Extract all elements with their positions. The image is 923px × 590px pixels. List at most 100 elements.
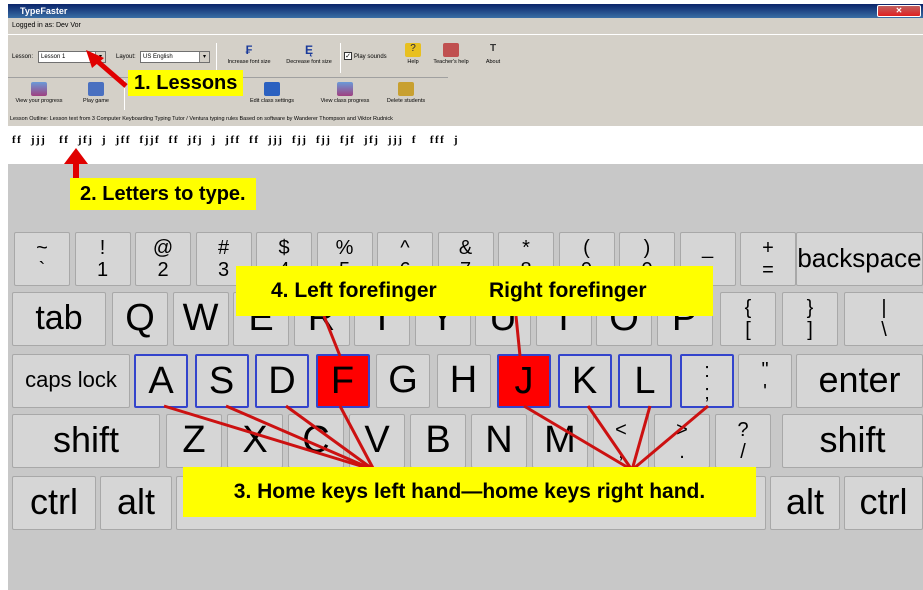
key-symbol: * <box>522 237 530 259</box>
key-letter-d[interactable]: D <box>255 354 309 408</box>
key-alt-right[interactable]: alt <box>770 476 840 530</box>
key-letter-f[interactable]: F <box>315 354 370 408</box>
chart-icon <box>337 82 353 96</box>
key-letter-v[interactable]: V <box>349 414 405 468</box>
key-symbol-bracket[interactable]: | \ <box>844 292 923 346</box>
key-number[interactable]: + = <box>740 232 796 286</box>
lesson-label: Lesson: <box>12 54 34 60</box>
key-caps-lock[interactable]: caps lock <box>12 354 130 408</box>
key-letter-l[interactable]: L <box>618 354 672 408</box>
key-tilde[interactable]: ~ ` <box>14 232 70 286</box>
game-icon <box>88 82 104 96</box>
key-number[interactable]: ! 1 <box>74 232 131 286</box>
edit-class-settings-label: Edit class settings <box>249 98 295 104</box>
key-letter-w[interactable]: W <box>172 292 229 346</box>
key-symbol: @ <box>152 237 174 259</box>
title-bar: TypeFaster ✕ <box>8 4 923 18</box>
key-symbol: ^ <box>400 237 410 259</box>
view-progress-button[interactable]: View your progress <box>12 82 66 104</box>
key-symbol: # <box>217 237 230 259</box>
callout-home-keys: 3. Home keys left hand—home keys right h… <box>183 467 756 517</box>
key-letter-b[interactable]: B <box>410 414 466 468</box>
key-letter-q[interactable]: Q <box>112 292 168 346</box>
key-symbol: : <box>704 360 710 382</box>
window-title: TypeFaster <box>20 6 68 16</box>
key-letter-j[interactable]: J <box>497 354 551 408</box>
key-shift-left[interactable]: shift <box>12 414 160 468</box>
key-symbol: 1 <box>96 259 109 281</box>
callout-lessons: 1. Lessons <box>128 70 244 96</box>
increase-font-button[interactable]: ₣ Increase font size <box>220 43 278 65</box>
key-letter-n[interactable]: N <box>471 414 527 468</box>
decrease-font-button[interactable]: Ę Decrease font size <box>280 43 338 65</box>
key-symbol: ) <box>643 237 651 259</box>
key-symbol: , <box>618 441 624 463</box>
key-symbol: > <box>676 419 688 441</box>
about-icon: T <box>489 43 497 54</box>
view-class-progress-label: View class progress <box>320 98 370 104</box>
key-backspace[interactable]: backspace <box>796 232 923 286</box>
key-number[interactable]: @2 <box>135 232 191 286</box>
key-symbol: 2 <box>157 259 169 281</box>
delete-students-button[interactable]: Delete students <box>380 82 432 104</box>
key-symbol: / <box>740 441 746 463</box>
toolbar-separator <box>340 43 341 73</box>
play-game-label: Play game <box>83 98 109 104</box>
layout-select-value: US English <box>143 54 173 60</box>
key-enter[interactable]: enter <box>796 354 923 408</box>
lesson-select[interactable]: Lesson 1 ▾ <box>38 51 106 63</box>
key-symbol: = <box>762 259 774 281</box>
key-tab[interactable]: tab <box>12 292 106 346</box>
key-semicolon[interactable]: :; <box>680 354 734 408</box>
key-symbol: [ <box>745 319 751 341</box>
key-letter-z[interactable]: Z <box>166 414 222 468</box>
callout-letters-to-type: 2. Letters to type. <box>70 178 256 210</box>
toolbar-separator <box>124 80 125 110</box>
teachers-help-button[interactable]: Teacher's help <box>428 43 474 65</box>
close-button[interactable]: ✕ <box>877 5 921 17</box>
key-symbol-punct[interactable]: <, <box>593 414 649 468</box>
key-alt-left[interactable]: alt <box>100 476 172 530</box>
key-letter-g[interactable]: G <box>376 354 430 408</box>
key-letter-x[interactable]: X <box>227 414 283 468</box>
key-letter-c[interactable]: C <box>288 414 344 468</box>
lesson-select-value: Lesson 1 <box>41 54 66 60</box>
key-letter-h[interactable]: H <box>436 354 491 408</box>
play-game-button[interactable]: Play game <box>74 82 118 104</box>
toolbar-row-1: Lesson: Lesson 1 ▾ Layout: US English ▾ … <box>8 41 518 77</box>
key-letter-m[interactable]: M <box>532 414 588 468</box>
key-quote[interactable]: " ' <box>738 354 792 408</box>
key-symbol: ! <box>99 237 106 259</box>
key-shift-right[interactable]: shift <box>782 414 923 468</box>
chevron-down-icon[interactable]: ▾ <box>95 52 105 62</box>
callout-forefingers: 4. Left forefinger Right forefinger <box>236 266 713 316</box>
chart-icon <box>31 82 47 96</box>
key-symbol: ] <box>807 319 813 341</box>
view-class-progress-button[interactable]: View class progress <box>312 82 378 104</box>
key-symbol-bracket[interactable]: {[ <box>720 292 776 346</box>
login-status[interactable]: Logged in as: Dev Vor <box>12 22 81 29</box>
key-letter-k[interactable]: K <box>557 354 612 408</box>
key-symbol-bracket[interactable]: }] <box>782 292 838 346</box>
key-symbol: { <box>744 297 752 319</box>
key-ctrl-left[interactable]: ctrl <box>12 476 96 530</box>
key-symbol-punct[interactable]: >. <box>654 414 710 468</box>
about-label: About <box>485 59 501 65</box>
key-symbol: | <box>881 297 887 319</box>
key-symbol-punct[interactable]: ? / <box>715 414 771 468</box>
lesson-outline-text: Lesson Outline: Lesson text from 3 Compu… <box>8 116 923 126</box>
about-button[interactable]: T About <box>478 43 508 65</box>
edit-class-settings-button[interactable]: Edit class settings <box>244 82 300 104</box>
key-letter-a[interactable]: A <box>134 354 188 408</box>
play-sounds-checkbox[interactable]: ✓ <box>344 52 352 60</box>
layout-select[interactable]: US English ▾ <box>140 51 210 63</box>
teacher-icon <box>443 43 459 57</box>
settings-icon <box>264 82 280 96</box>
key-symbol: . <box>679 441 685 463</box>
delete-students-label: Delete students <box>386 98 426 104</box>
key-ctrl-right[interactable]: ctrl <box>844 476 923 530</box>
key-letter-s[interactable]: S <box>194 354 249 408</box>
help-button[interactable]: ? Help <box>400 43 426 65</box>
key-symbol: + <box>762 237 774 259</box>
chevron-down-icon[interactable]: ▾ <box>199 52 209 62</box>
